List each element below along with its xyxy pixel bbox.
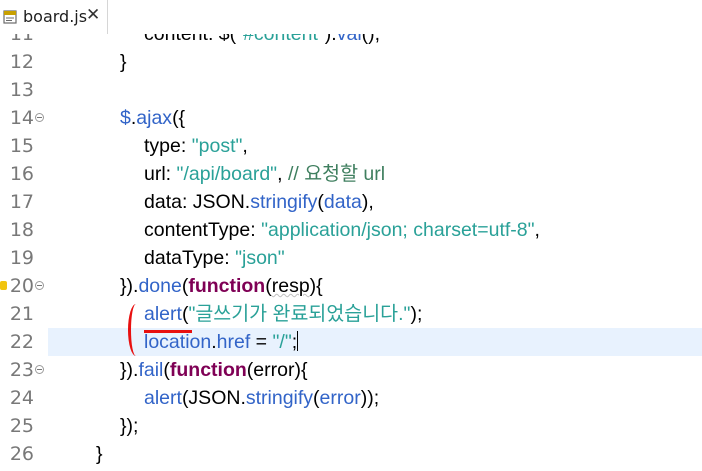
code-text: contentType: "application/json; charset=…: [144, 219, 540, 241]
line-number: 24: [9, 387, 34, 409]
code-line: 25 });: [0, 412, 702, 440]
code-text: type: "post",: [144, 135, 248, 157]
line-number: 12: [9, 51, 34, 73]
line-number: 15: [9, 135, 34, 157]
line-number: 22: [9, 331, 34, 353]
code-line: 22 location.href = "/";: [0, 328, 702, 356]
code-line: 15 type: "post",: [0, 132, 702, 160]
editor-tab-bar: board.js ✕: [0, 0, 702, 34]
close-icon[interactable]: ✕: [86, 5, 100, 25]
code-line: 17 data: JSON.stringify(data),: [0, 188, 702, 216]
fold-collapse-icon[interactable]: [35, 281, 44, 290]
code-line: 23 }).fail(function(error){: [0, 356, 702, 384]
annotation-bracket: [128, 304, 144, 356]
code-text: $.ajax({: [120, 107, 186, 129]
code-text: data: JSON.stringify(data),: [144, 191, 374, 213]
tab-board-js[interactable]: board.js ✕: [0, 0, 108, 34]
code-text: }: [120, 51, 127, 73]
line-number: 23: [9, 359, 34, 381]
code-line: 24 alert(JSON.stringify(error));: [0, 384, 702, 412]
line-number: 25: [9, 415, 34, 437]
javascript-file-icon: [3, 10, 17, 24]
line-number: 18: [9, 219, 34, 241]
code-line: 26 }: [0, 440, 702, 468]
code-text: dataType: "json": [144, 247, 285, 269]
line-number: 20: [9, 275, 34, 297]
line-number: 14: [9, 107, 34, 129]
fold-collapse-icon[interactable]: [35, 113, 44, 122]
line-number: 16: [9, 163, 34, 185]
code-line: 18 contentType: "application/json; chars…: [0, 216, 702, 244]
code-line: 19 dataType: "json": [0, 244, 702, 272]
line-number: 21: [9, 303, 34, 325]
code-line: 16 url: "/api/board", // 요청할 url: [0, 160, 702, 188]
code-editor[interactable]: 11 content: $("#content").val(), 12 } 13…: [0, 34, 702, 471]
code-text: content: $("#content").val(),: [144, 34, 381, 45]
code-text: }).done(function(resp){: [120, 275, 323, 297]
code-line: 11 content: $("#content").val(),: [0, 34, 702, 48]
tab-label: board.js: [23, 7, 88, 26]
line-number: 11: [9, 34, 34, 45]
code-line: 13: [0, 76, 702, 104]
code-text: }: [96, 443, 103, 465]
fold-collapse-icon[interactable]: [35, 365, 44, 374]
code-text: url: "/api/board", // 요청할 url: [144, 163, 386, 185]
text-caret: [297, 331, 299, 351]
code-text: });: [120, 415, 139, 437]
code-line: 20 }).done(function(resp){: [0, 272, 702, 300]
code-line: 14 $.ajax({: [0, 104, 702, 132]
code-text: }).fail(function(error){: [120, 359, 308, 381]
line-number: 13: [9, 79, 34, 101]
code-line: 21 alert("글쓰기가 완료되었습니다.");: [0, 300, 702, 328]
code-text: alert(JSON.stringify(error));: [144, 387, 380, 409]
line-number: 19: [9, 247, 34, 269]
line-number: 26: [9, 443, 34, 465]
line-number: 17: [9, 191, 34, 213]
code-text: alert("글쓰기가 완료되었습니다.");: [144, 303, 423, 325]
code-line: 12 }: [0, 48, 702, 76]
annotation-underline: [144, 330, 192, 333]
